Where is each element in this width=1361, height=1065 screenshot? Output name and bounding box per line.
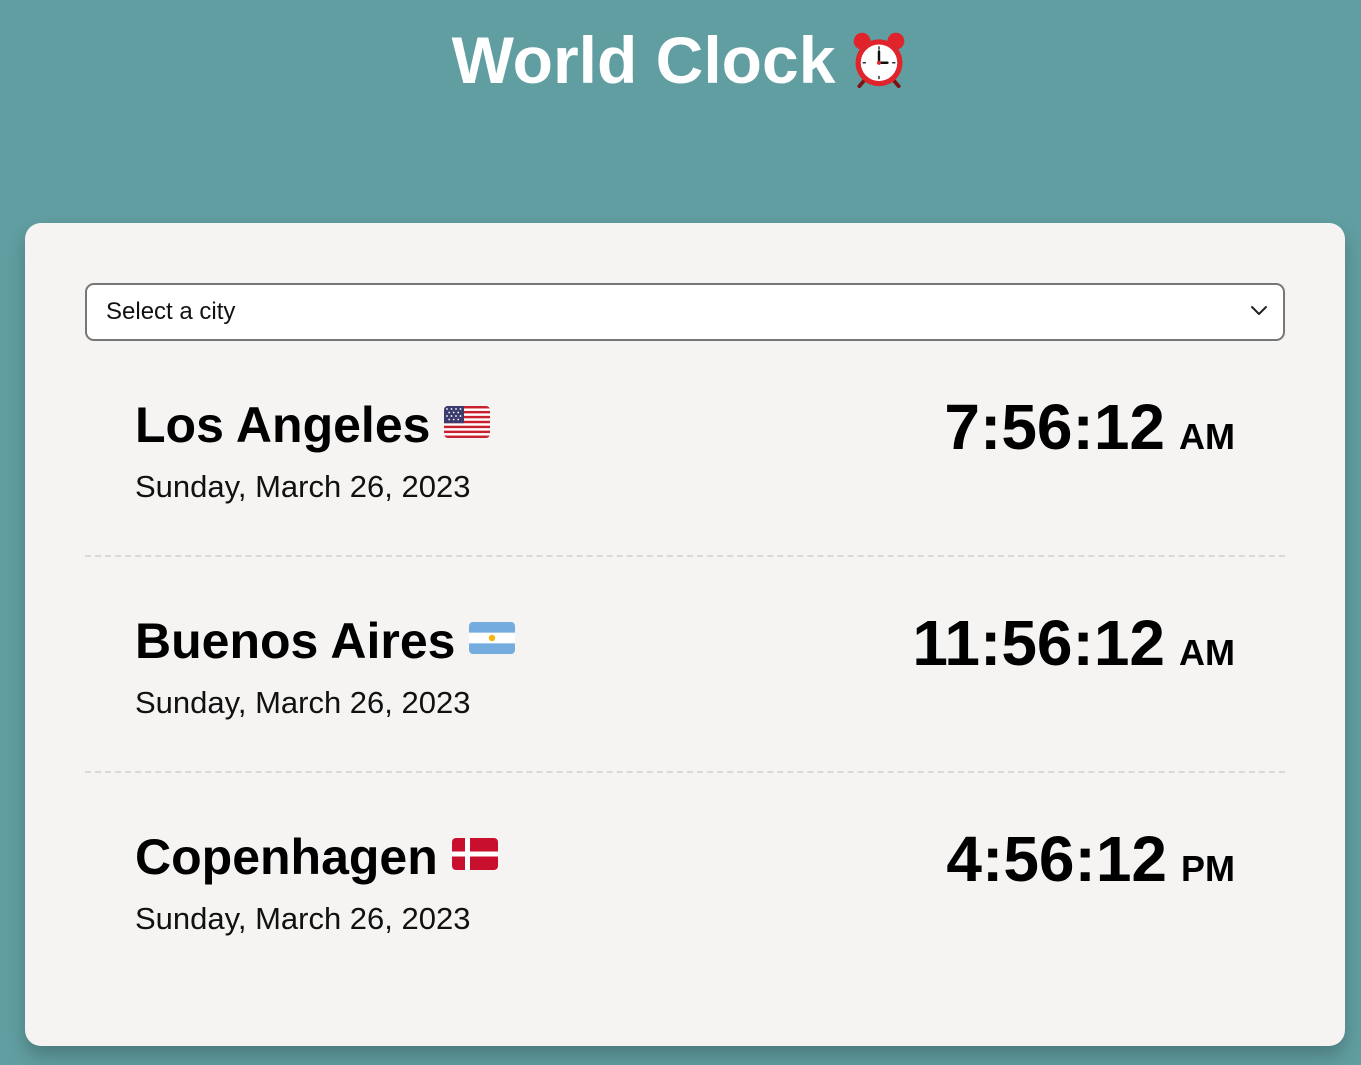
city-row-los-angeles: Los Angeles Sunday, March 26, 2023 7:56:… [85,341,1285,557]
city-date: Sunday, March 26, 2023 [135,901,471,936]
chevron-down-icon [1251,306,1267,315]
city-row-buenos-aires: Buenos Aires Sunday, March 26, 2023 11:5… [85,557,1285,773]
city-select[interactable]: Select a city [85,283,1285,341]
city-name-text: Copenhagen [135,829,438,885]
city-time-value: 11:56:12 [912,607,1165,679]
city-name: Copenhagen [135,827,498,887]
argentina-flag-icon [469,622,516,654]
page-title-text: World Clock [451,23,836,97]
city-date: Sunday, March 26, 2023 [135,469,471,504]
city-time-value: 4:56:12 [946,823,1167,895]
city-select-value: Select a city [106,298,236,325]
page-title: World Clock [0,22,1361,98]
city-time-ampm: AM [1179,632,1235,673]
clock-card: Select a city Los Angeles Sunday, March … [25,223,1345,1046]
city-time: 11:56:12 AM [912,605,1235,691]
city-time: 4:56:12 PM [946,821,1235,907]
city-time-ampm: PM [1181,848,1235,889]
world-clock-page: World Clock Select a city Los Angeles Su… [0,0,1361,1065]
city-name: Buenos Aires [135,611,516,671]
city-time-ampm: AM [1179,416,1235,457]
city-name: Los Angeles [135,395,491,455]
denmark-flag-icon [451,838,498,870]
city-time: 7:56:12 AM [944,389,1235,475]
city-time-value: 7:56:12 [944,391,1165,463]
us-flag-icon [444,406,491,438]
city-name-text: Los Angeles [135,397,431,453]
alarm-clock-icon [854,32,905,89]
city-date: Sunday, March 26, 2023 [135,685,471,720]
city-name-text: Buenos Aires [135,613,456,669]
city-row-copenhagen: Copenhagen Sunday, March 26, 2023 4:56:1… [85,773,1285,989]
